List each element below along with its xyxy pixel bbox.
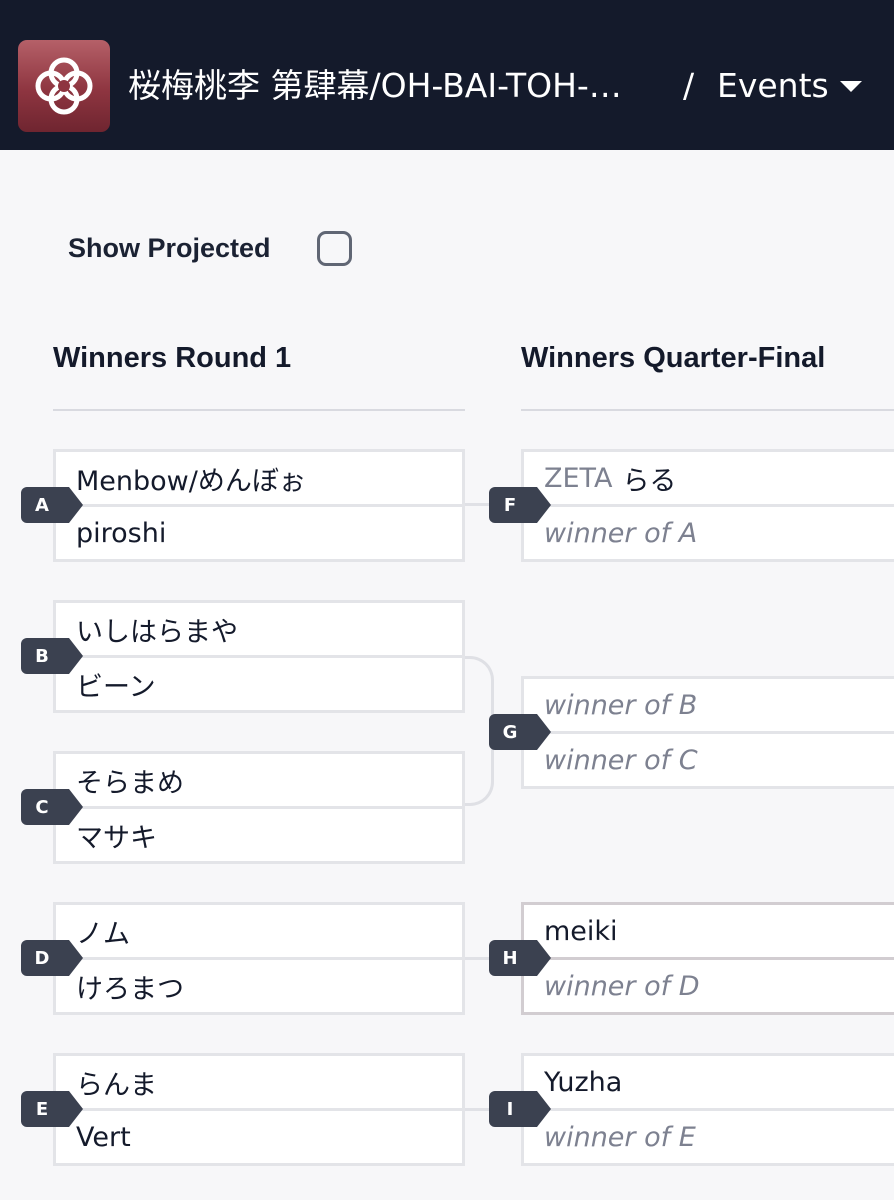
events-breadcrumb[interactable]: Events [717, 62, 829, 110]
match-card[interactable]: Yuzha winner of E [521, 1053, 894, 1166]
match-identifier-tag: G [489, 714, 551, 750]
match-card[interactable]: ZETA らる winner of A [521, 449, 894, 562]
match-identifier-tag: D [21, 940, 83, 976]
match-card[interactable]: らんま Vert [53, 1053, 465, 1166]
match-identifier-tag: C [21, 789, 83, 825]
match-player-slot[interactable]: マサキ [56, 809, 462, 861]
match-player-slot[interactable]: winner of B [524, 679, 894, 731]
match-card[interactable]: meiki winner of D [521, 902, 894, 1015]
match-identifier-tag: A [21, 487, 83, 523]
knot-logo-icon[interactable] [18, 40, 110, 132]
match-player-slot[interactable]: winner of E [524, 1111, 894, 1163]
match-player-slot[interactable]: ビーン [56, 658, 462, 710]
match-player-slot[interactable]: そらまめ [56, 754, 462, 806]
match-card[interactable]: winner of B winner of C [521, 676, 894, 789]
match-card[interactable]: そらまめ マサキ [53, 751, 465, 864]
match-player-slot[interactable]: ZETA らる [524, 452, 894, 504]
round-title-winners-round-1: Winners Round 1 [53, 342, 292, 374]
breadcrumb-separator: / [683, 66, 695, 105]
match-identifier-tag: H [489, 940, 551, 976]
match-player-slot[interactable]: ノム [56, 905, 462, 957]
match-player-slot[interactable]: winner of A [524, 507, 894, 559]
match-player-slot[interactable]: Menbow/めんぼぉ [56, 452, 462, 504]
chevron-down-icon[interactable] [840, 81, 862, 92]
round-title-winners-quarter-final: Winners Quarter-Final [521, 342, 826, 374]
match-identifier-tag: E [21, 1091, 83, 1127]
round-divider [521, 409, 894, 411]
match-player-slot[interactable]: らんま [56, 1056, 462, 1108]
top-navigation-bar: 桜梅桃李 第肆幕/OH-BAI-TOH-… / Events [0, 0, 894, 150]
show-projected-label: Show Projected [68, 233, 271, 263]
match-player-slot[interactable]: meiki [524, 905, 894, 957]
match-identifier-tag: I [489, 1091, 551, 1127]
match-player-slot[interactable]: Vert [56, 1111, 462, 1163]
match-player-slot[interactable]: けろまつ [56, 960, 462, 1012]
match-player-slot[interactable]: winner of C [524, 734, 894, 786]
match-card[interactable]: いしはらまや ビーン [53, 600, 465, 713]
event-title-breadcrumb[interactable]: 桜梅桃李 第肆幕/OH-BAI-TOH-… [128, 62, 664, 110]
match-player-slot[interactable]: Yuzha [524, 1056, 894, 1108]
match-player-slot[interactable]: いしはらまや [56, 603, 462, 655]
round-divider [53, 409, 465, 411]
match-player-slot[interactable]: piroshi [56, 507, 462, 559]
team-tag: ZETA [544, 462, 613, 494]
show-projected-checkbox[interactable] [317, 231, 352, 266]
match-card[interactable]: Menbow/めんぼぉ piroshi [53, 449, 465, 562]
match-card[interactable]: ノム けろまつ [53, 902, 465, 1015]
match-player-slot[interactable]: winner of D [524, 960, 894, 1012]
player-name: らる [622, 465, 677, 497]
match-identifier-tag: B [21, 638, 83, 674]
match-identifier-tag: F [489, 487, 551, 523]
